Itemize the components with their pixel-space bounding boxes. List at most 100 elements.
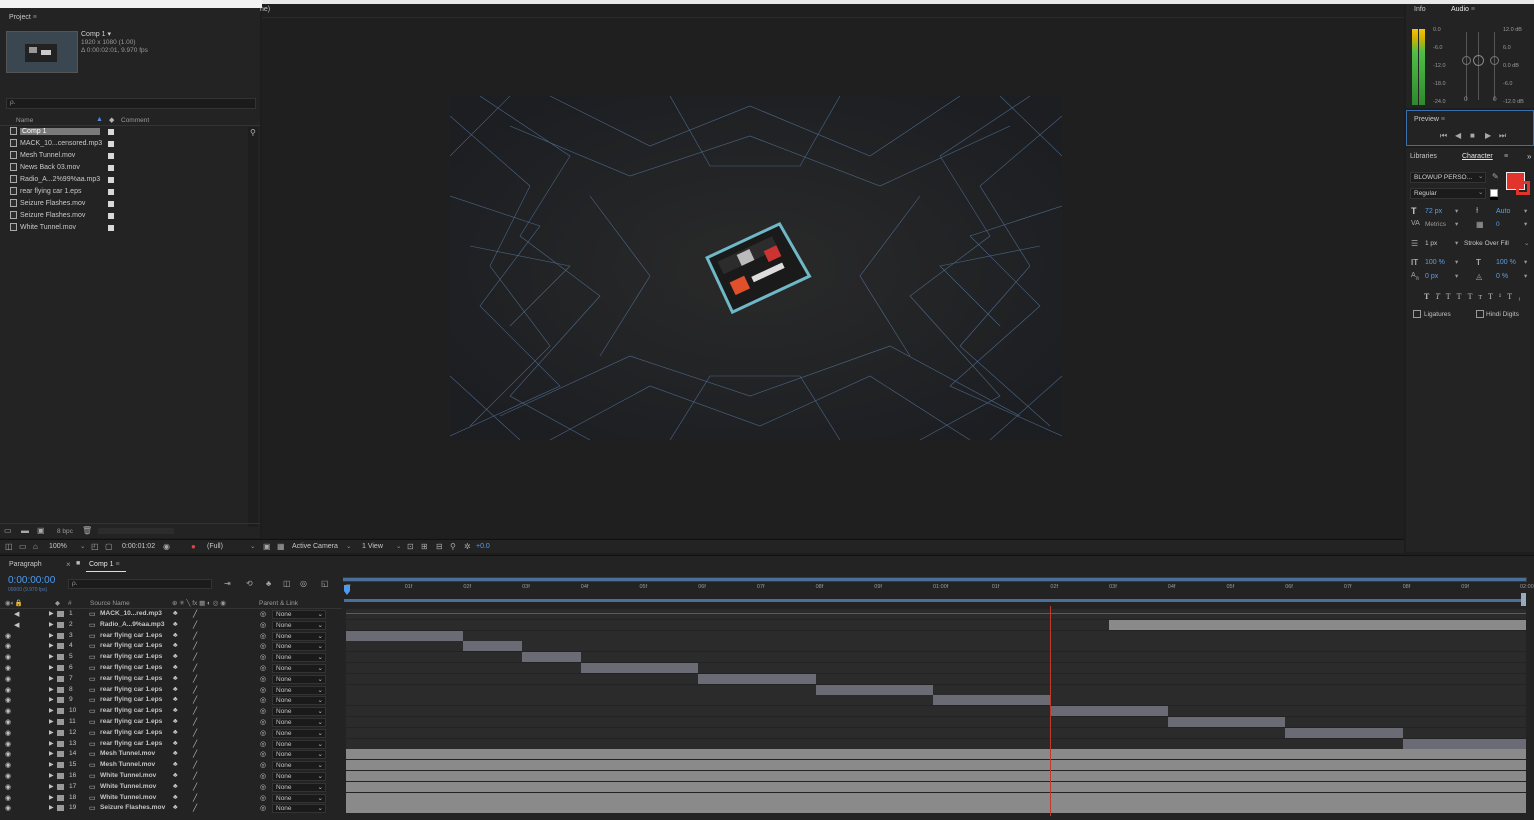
previous-frame-icon[interactable]: ◀: [1455, 131, 1461, 140]
layer-label-color[interactable]: [57, 805, 64, 812]
quality-switch-icon[interactable]: ╱: [193, 653, 197, 661]
audio-slider-knob-right[interactable]: [1490, 56, 1499, 65]
grid-icon[interactable]: ▢: [105, 542, 113, 551]
parent-pickwhip-icon[interactable]: ◎: [260, 750, 266, 758]
shy-switch-icon[interactable]: ♣: [173, 675, 178, 682]
tsume-chevron-icon[interactable]: ▾: [1524, 272, 1527, 280]
shy-switch-icon[interactable]: ♣: [173, 729, 178, 736]
timeline-timecode[interactable]: 0:00:00:00: [8, 575, 55, 586]
interpret-footage-icon[interactable]: ▭: [4, 526, 12, 535]
parent-select[interactable]: None ⌄: [272, 804, 326, 814]
parent-select[interactable]: None ⌄: [272, 642, 326, 652]
tab-audio[interactable]: Audio ≡: [1451, 6, 1475, 13]
expand-arrow-icon[interactable]: ▶: [49, 772, 54, 779]
stroke-type-select[interactable]: Stroke Over Fill: [1464, 240, 1509, 247]
quality-switch-icon[interactable]: ╱: [193, 804, 197, 812]
quality-switch-icon[interactable]: ╱: [193, 696, 197, 704]
stop-icon[interactable]: ■: [1470, 131, 1475, 140]
shy-switch-icon[interactable]: ♣: [173, 642, 178, 649]
parent-select[interactable]: None ⌄: [272, 782, 326, 792]
superscript-icon[interactable]: T¹: [1488, 292, 1507, 301]
parent-chevron-icon[interactable]: ⌄: [318, 643, 323, 650]
layer-duration-bar[interactable]: [522, 652, 581, 663]
visibility-eye-icon[interactable]: ◉: [5, 729, 11, 737]
expand-arrow-icon[interactable]: ▶: [49, 794, 54, 801]
parent-chevron-icon[interactable]: ⌄: [318, 697, 323, 704]
viewer-tab-fragment[interactable]: ne): [260, 6, 270, 13]
parent-select[interactable]: None ⌄: [272, 739, 326, 749]
quality-switch-icon[interactable]: ╱: [193, 642, 197, 650]
label-color-swatch[interactable]: [108, 141, 114, 147]
visibility-eye-icon[interactable]: ◉: [5, 664, 11, 672]
layer-label-color[interactable]: [57, 643, 64, 650]
layer-row[interactable]: ◉ ▶ 14 ▭ Mesh Tunnel.mov ♣ ╱ ◎ None ⌄: [0, 749, 342, 760]
close-tab-icon[interactable]: ×: [66, 560, 71, 569]
expand-arrow-icon[interactable]: ▶: [49, 642, 54, 649]
parent-pickwhip-icon[interactable]: ◎: [260, 675, 266, 683]
layer-source-name[interactable]: White Tunnel.mov: [100, 783, 156, 790]
layer-row[interactable]: ◉ ▶ 7 ▭ rear flying car 1.eps ♣ ╱ ◎ None ⌄: [0, 674, 342, 685]
always-preview-icon[interactable]: ◫: [5, 542, 13, 551]
visibility-eye-icon[interactable]: ◉: [5, 632, 11, 640]
stroke-type-chevron-icon[interactable]: ⌄: [1524, 239, 1529, 247]
layer-duration-bar[interactable]: [346, 781, 1526, 792]
visibility-eye-icon[interactable]: ◉: [5, 750, 11, 758]
parent-pickwhip-icon[interactable]: ◎: [260, 686, 266, 694]
transparency-grid-icon[interactable]: ▦: [277, 542, 285, 551]
parent-select[interactable]: None ⌄: [272, 750, 326, 760]
visibility-eye-icon[interactable]: ◉: [5, 718, 11, 726]
layer-row[interactable]: ◉ ▶ 5 ▭ rear flying car 1.eps ♣ ╱ ◎ None ⌄: [0, 652, 342, 663]
layer-duration-bar[interactable]: [580, 663, 699, 673]
expand-arrow-icon[interactable]: ▶: [49, 675, 54, 682]
project-scrollbar[interactable]: [248, 127, 258, 527]
parent-pickwhip-icon[interactable]: ◎: [260, 653, 266, 661]
layer-label-color[interactable]: [57, 740, 64, 747]
quality-switch-icon[interactable]: ╱: [193, 740, 197, 748]
parent-chevron-icon[interactable]: ⌄: [318, 633, 323, 640]
white-swatch[interactable]: [1490, 189, 1498, 197]
expand-arrow-icon[interactable]: ▶: [49, 653, 54, 660]
visibility-eye-icon[interactable]: ◉: [5, 794, 11, 802]
layer-duration-bar[interactable]: [1050, 706, 1168, 717]
leading-chevron-icon[interactable]: ▾: [1524, 207, 1527, 215]
visibility-eye-icon[interactable]: ◉: [5, 686, 11, 694]
parent-chevron-icon[interactable]: ⌄: [318, 784, 323, 791]
hindi-digits-checkbox[interactable]: [1476, 310, 1484, 318]
view-layout-select[interactable]: 1 View: [362, 543, 383, 550]
expand-arrow-icon[interactable]: ▶: [49, 610, 54, 617]
layer-duration-bar[interactable]: [698, 673, 816, 684]
layer-label-color[interactable]: [57, 632, 64, 639]
parent-select[interactable]: None ⌄: [272, 653, 326, 663]
col-name[interactable]: Name: [16, 117, 33, 124]
quality-switch-icon[interactable]: ╱: [193, 718, 197, 726]
quality-switch-icon[interactable]: ╱: [193, 664, 197, 672]
layer-duration-bar[interactable]: [463, 641, 523, 652]
layer-duration-bar[interactable]: [346, 630, 464, 641]
quality-switch-icon[interactable]: ╱: [193, 750, 197, 758]
tab-libraries[interactable]: Libraries: [1410, 153, 1437, 160]
parent-chevron-icon[interactable]: ⌄: [318, 676, 323, 683]
timeline-icon[interactable]: ⊟: [436, 542, 443, 551]
project-item[interactable]: Radio_A...2%99%aa.mp3: [10, 175, 250, 187]
layer-row[interactable]: ◉ ▶ 19 ▭ Seizure Flashes.mov ♣ ╱ ◎ None ⌄: [0, 803, 342, 814]
layer-row[interactable]: ◉ ▶ 10 ▭ rear flying car 1.eps ♣ ╱ ◎ None ⌄: [0, 706, 342, 717]
font-family-select[interactable]: BLOWUP PERSO...: [1410, 172, 1486, 183]
shy-switch-icon[interactable]: ♣: [173, 653, 178, 660]
shy-switch-icon[interactable]: ♣: [173, 707, 178, 714]
parent-pickwhip-icon[interactable]: ◎: [260, 761, 266, 769]
project-item[interactable]: News Back 03.mov: [10, 163, 250, 175]
label-color-swatch[interactable]: [108, 165, 114, 171]
visibility-eye-icon[interactable]: ◉: [5, 772, 11, 780]
trash-icon[interactable]: 🗑: [82, 526, 92, 535]
parent-chevron-icon[interactable]: ⌄: [318, 730, 323, 737]
tracking-value[interactable]: 0: [1496, 221, 1500, 228]
layer-row[interactable]: ◉ ▶ 11 ▭ rear flying car 1.eps ♣ ╱ ◎ None ⌄: [0, 717, 342, 728]
layer-label-color[interactable]: [57, 794, 64, 801]
parent-select[interactable]: None ⌄: [272, 610, 326, 619]
parent-pickwhip-icon[interactable]: ◎: [260, 804, 266, 812]
parent-chevron-icon[interactable]: ⌄: [318, 751, 323, 758]
expand-arrow-icon[interactable]: ▶: [49, 621, 54, 628]
visibility-eye-icon[interactable]: ◉: [5, 740, 11, 748]
shy-switch-icon[interactable]: ♣: [173, 740, 178, 747]
color-channel-icon[interactable]: ●: [191, 542, 196, 551]
